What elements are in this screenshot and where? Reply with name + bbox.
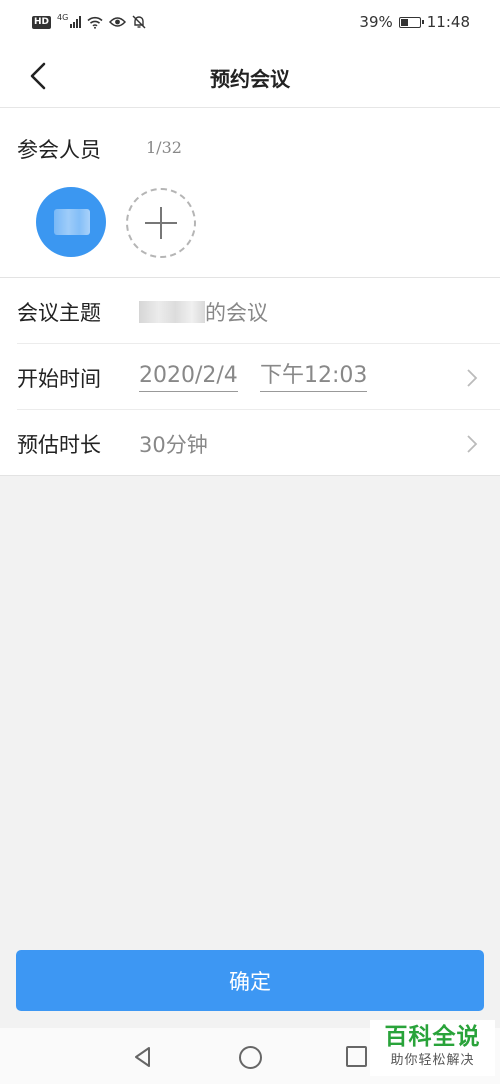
duration-value: 30分钟 (139, 433, 208, 457)
start-date-field[interactable]: 2020/2/4 (139, 363, 238, 392)
attendees-section: 参会人员 1/32 (0, 108, 500, 278)
watermark-title: 百科全说 (384, 1024, 481, 1050)
battery-percent: 39% (359, 13, 393, 31)
battery-icon (398, 16, 424, 28)
eye-icon (109, 17, 127, 27)
start-time-label: 开始时间 (17, 367, 101, 391)
duration-row[interactable]: 预估时长 30分钟 (0, 410, 500, 476)
subject-value[interactable]: 的会议 (139, 297, 268, 327)
network-type: 4G (57, 12, 69, 22)
duration-label: 预估时长 (17, 433, 101, 457)
confirm-button[interactable]: 确定 (16, 950, 484, 1011)
status-bar: HD 4G 39% 11:48 (0, 0, 500, 44)
start-time-row[interactable]: 开始时间 2020/2/4 下午12:03 (0, 344, 500, 410)
watermark-subtitle: 助你轻松解决 (390, 1053, 475, 1068)
bell-off-icon (132, 15, 146, 29)
page-title: 预约会议 (210, 67, 290, 91)
hd-icon: HD (32, 15, 52, 29)
home-circle-icon[interactable] (239, 1046, 262, 1069)
subject-suffix: 的会议 (205, 301, 268, 325)
subject-label: 会议主题 (17, 301, 101, 325)
start-time-field[interactable]: 下午12:03 (260, 363, 368, 392)
subject-blurred-name (139, 301, 205, 323)
wifi-icon (87, 16, 103, 29)
back-triangle-icon[interactable] (132, 1046, 154, 1068)
chevron-right-icon (467, 369, 478, 387)
recents-square-icon[interactable] (346, 1046, 367, 1067)
attendees-label: 参会人员 (17, 138, 101, 162)
status-icons-right: 39% 11:48 (359, 13, 470, 31)
add-attendee-button[interactable] (126, 188, 196, 258)
chevron-right-icon (467, 435, 478, 453)
avatar-blurred-name (54, 209, 90, 235)
nav-bar: 预约会议 (0, 44, 500, 108)
status-icons-left: HD 4G (32, 12, 146, 29)
attendees-count: 1/32 (146, 138, 182, 157)
signal-icon (70, 16, 82, 28)
clock: 11:48 (426, 13, 470, 31)
avatar[interactable] (36, 187, 106, 257)
subject-row[interactable]: 会议主题 的会议 (0, 278, 500, 344)
watermark: 百科全说 助你轻松解决 (370, 1020, 495, 1076)
